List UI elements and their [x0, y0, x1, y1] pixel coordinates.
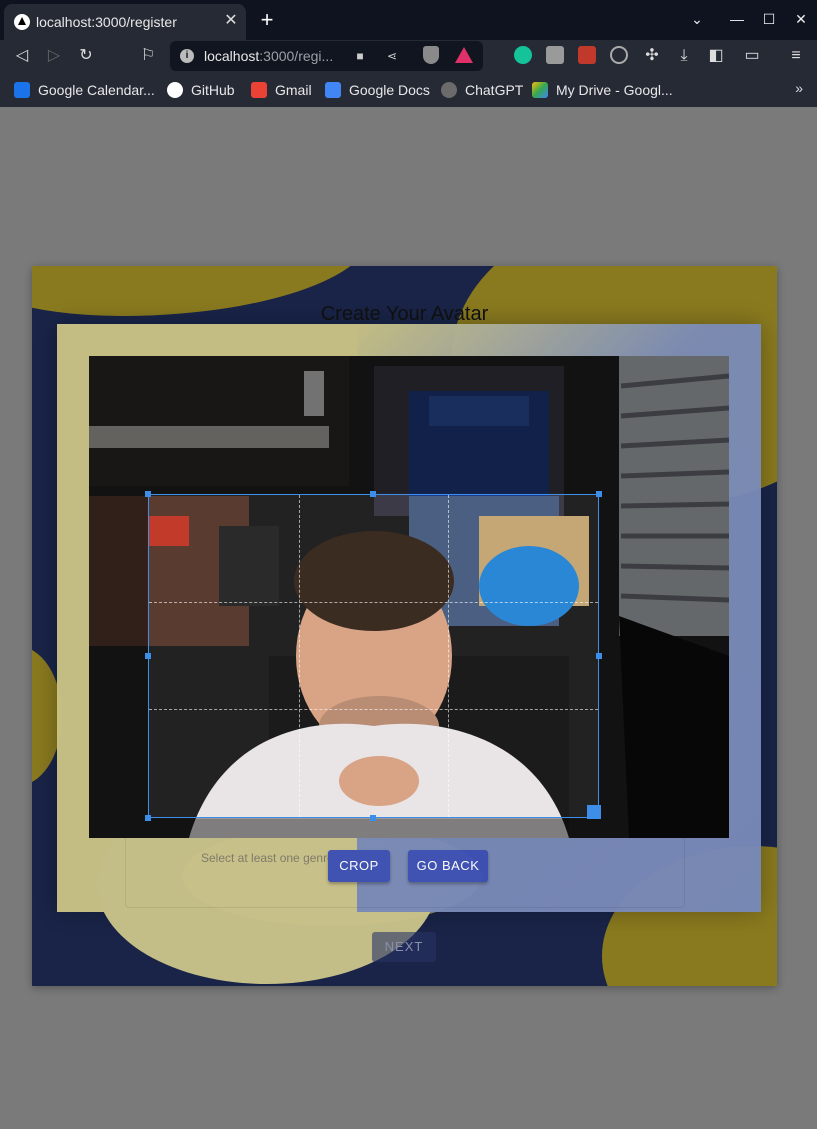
crop-handle-right[interactable]	[596, 653, 602, 659]
extension-red-icon[interactable]	[578, 46, 596, 64]
bookmark-label: My Drive - Googl...	[556, 82, 673, 98]
genre-hint: Select at least one genre	[201, 851, 334, 865]
crop-handle-top-left[interactable]	[145, 491, 151, 497]
tab-search-icon[interactable]: ⌄	[686, 8, 708, 30]
extension-notes-icon[interactable]	[546, 46, 564, 64]
github-icon	[167, 82, 183, 98]
close-tab-icon[interactable]: ✕	[222, 12, 240, 30]
crop-guide	[149, 709, 598, 711]
camera-icon[interactable]: ■	[352, 48, 368, 64]
tab-strip: localhost:3000/register ✕ + ⌄ — ☐ ✕	[0, 0, 817, 40]
bookmark-gmail[interactable]: Gmail	[251, 80, 312, 100]
genre-select[interactable]	[125, 834, 685, 908]
new-tab-button[interactable]: +	[256, 9, 278, 31]
grammarly-icon[interactable]	[514, 46, 532, 64]
reload-icon[interactable]: ↻	[74, 44, 98, 68]
crop-handle-bottom-left[interactable]	[145, 815, 151, 821]
forward-icon[interactable]: ▷	[42, 44, 66, 68]
tab-title: localhost:3000/register	[36, 14, 177, 30]
crop-handle-top-right[interactable]	[596, 491, 602, 497]
brave-shield-icon[interactable]	[423, 46, 439, 64]
bookmark-label: Gmail	[275, 82, 312, 98]
url-path: :3000/regi...	[259, 48, 334, 64]
page-title: Create Your Avatar	[320, 303, 489, 325]
crop-resize-handle[interactable]	[587, 805, 601, 819]
bookmark-google-docs[interactable]: Google Docs	[325, 80, 430, 100]
drive-icon	[532, 82, 548, 98]
bookmark-label: GitHub	[191, 82, 235, 98]
crop-guide	[149, 602, 598, 604]
bookmark-my-drive[interactable]: My Drive - Googl...	[532, 80, 673, 100]
calendar-icon	[14, 82, 30, 98]
crop-button[interactable]: CROP	[328, 850, 390, 882]
crop-selection[interactable]	[148, 494, 599, 818]
url-text[interactable]: localhost:3000/regi...	[204, 48, 333, 64]
bookmark-chatgpt[interactable]: ChatGPT	[441, 80, 523, 100]
tab-register[interactable]: localhost:3000/register ✕	[4, 4, 246, 40]
crop-guide	[448, 495, 450, 817]
minimize-button[interactable]: —	[726, 8, 748, 30]
crop-guide	[298, 495, 300, 817]
bookmark-label: Google Docs	[349, 82, 430, 98]
bookmark-github[interactable]: GitHub	[167, 80, 235, 100]
menu-icon[interactable]: ≡	[784, 44, 808, 68]
gmail-icon	[251, 82, 267, 98]
bookmarks-bar: Google Calendar... GitHub Gmail Google D…	[0, 72, 817, 107]
share-icon[interactable]: ⋖	[384, 48, 400, 64]
page-backdrop: Create Your Avatar Select at least one g…	[0, 107, 817, 1129]
puzzle-icon[interactable]: ✣	[640, 44, 664, 68]
docs-icon	[325, 82, 341, 98]
site-info-icon[interactable]: i	[180, 49, 194, 63]
maximize-button[interactable]: ☐	[758, 8, 780, 30]
brave-rewards-icon[interactable]	[455, 47, 473, 63]
more-bookmarks-icon[interactable]: »	[795, 80, 803, 96]
go-back-button[interactable]: GO BACK	[408, 850, 488, 882]
close-window-button[interactable]: ✕	[790, 8, 812, 30]
download-icon[interactable]: ⤓	[672, 44, 696, 68]
chatgpt-icon	[441, 82, 457, 98]
bookmark-icon[interactable]: ⚐	[136, 44, 160, 68]
bookmark-label: ChatGPT	[465, 82, 524, 98]
url-host: localhost	[204, 48, 260, 64]
crop-handle-left[interactable]	[145, 653, 151, 659]
sidebar-icon[interactable]: ◧	[704, 44, 728, 68]
next-button[interactable]: NEXT	[372, 932, 436, 962]
wallet-icon[interactable]: ▭	[740, 44, 764, 68]
browser-toolbar: ◁ ▷ ↻ ⚐ i localhost:3000/regi... ■ ⋖ ✣ ⤓…	[0, 40, 817, 72]
webcam-photo[interactable]	[89, 356, 729, 838]
site-favicon-icon	[14, 14, 30, 30]
back-icon[interactable]: ◁	[10, 44, 34, 68]
bookmark-google-calendar[interactable]: Google Calendar...	[14, 80, 155, 100]
bookmark-label: Google Calendar...	[38, 82, 155, 98]
crop-handle-top[interactable]	[370, 491, 376, 497]
compass-icon[interactable]	[610, 46, 628, 64]
crop-handle-bottom[interactable]	[370, 815, 376, 821]
